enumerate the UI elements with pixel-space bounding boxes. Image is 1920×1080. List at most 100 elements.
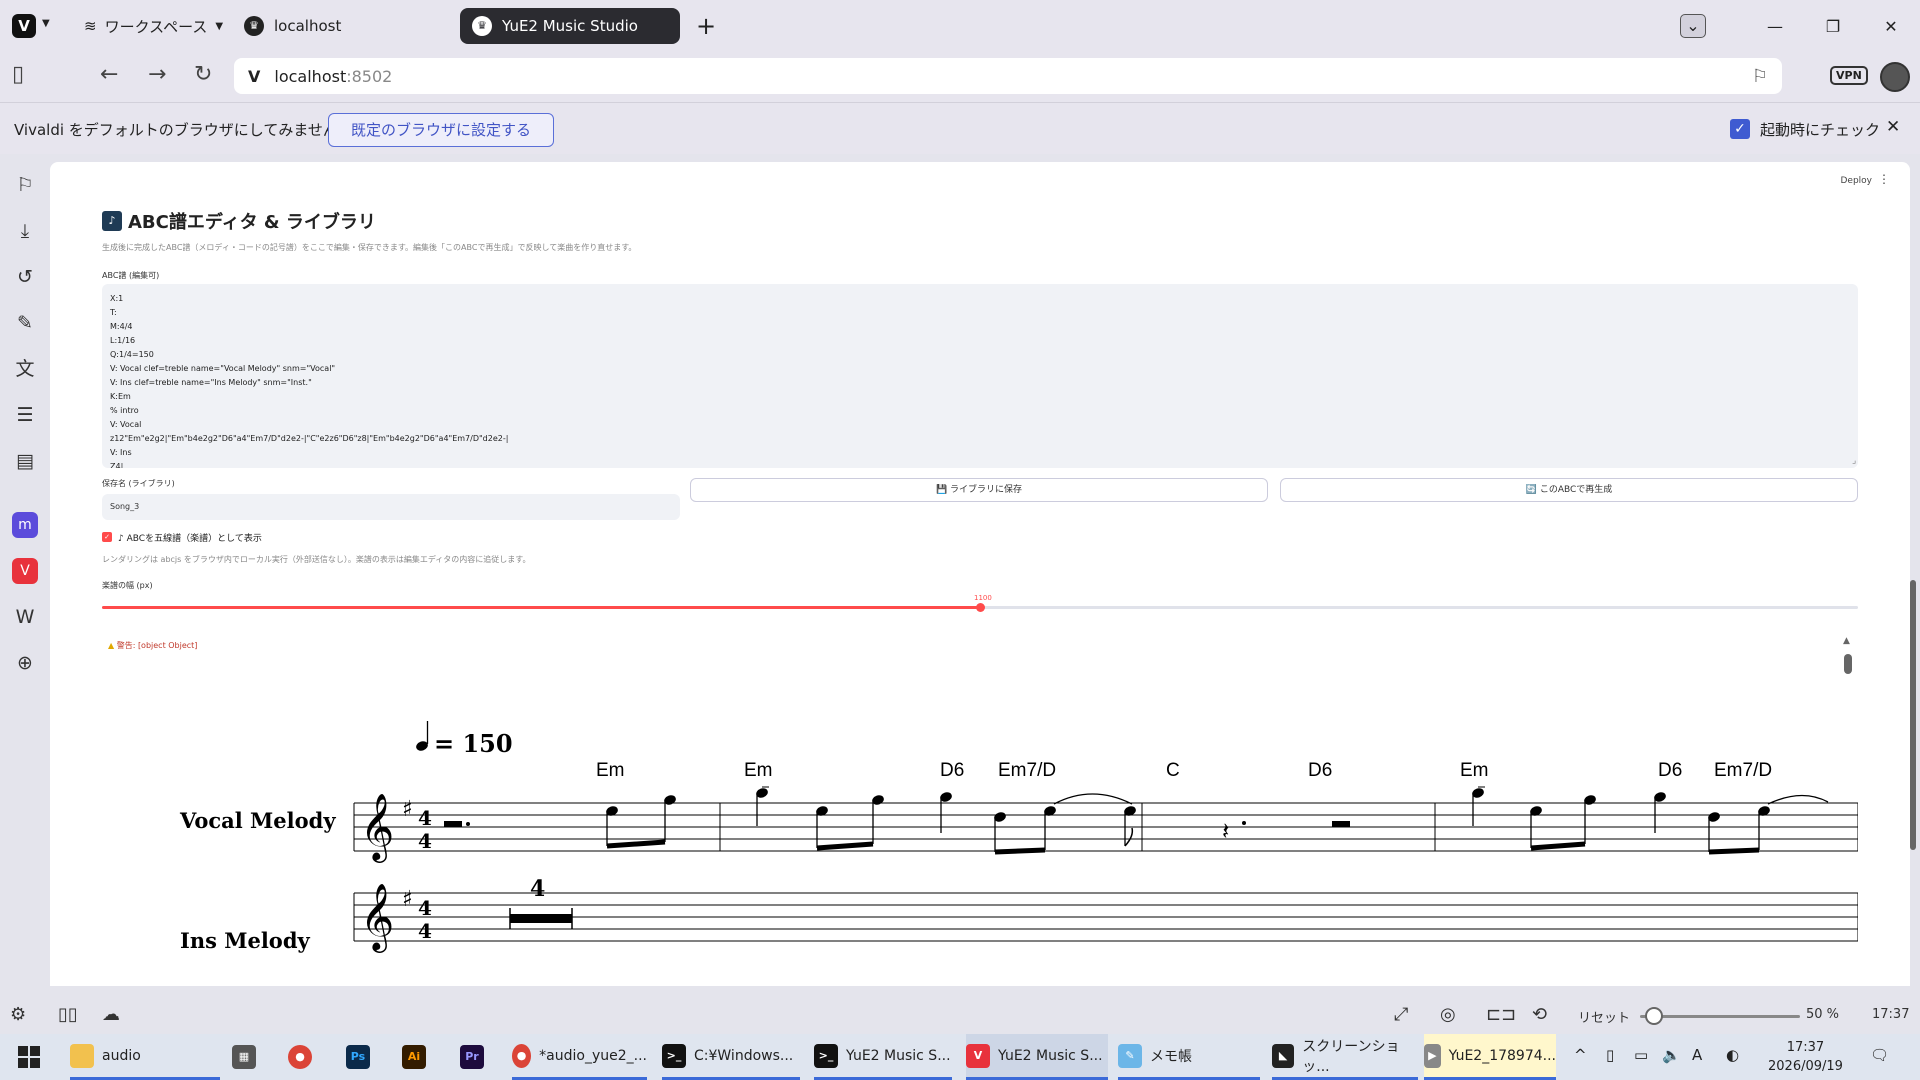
reload-button[interactable]: ↻ xyxy=(194,62,212,87)
slider-thumb[interactable] xyxy=(976,603,985,612)
zoom-slider-thumb[interactable] xyxy=(1645,1007,1663,1025)
reader-view-icon[interactable]: ⊏⊐ xyxy=(1486,1004,1516,1025)
abc-editor-textarea[interactable]: X:1 T: M:4/4 L:1/16 Q:1/4=150 V: Vocal c… xyxy=(102,284,1858,468)
window-panel-icon[interactable]: ☰ xyxy=(12,402,38,428)
taskbar-item-chrome-audio[interactable]: ● *audio_yue2_... xyxy=(512,1034,647,1080)
taskbar-item-audio[interactable]: audio xyxy=(70,1034,220,1080)
taskbar-item-cmd-yue2[interactable]: >_ YuE2 Music S... xyxy=(814,1034,952,1080)
bookmarks-panel-icon[interactable]: ⚐ xyxy=(12,172,38,198)
photoshop-icon: Ps xyxy=(346,1045,370,1069)
save-button-label: ライブラリに保存 xyxy=(950,485,1023,495)
zoom-slider[interactable] xyxy=(1640,1015,1800,1018)
slider-fill xyxy=(102,606,980,609)
show-staff-checkbox[interactable]: ✓ xyxy=(102,532,112,542)
chord-label: D6 xyxy=(940,760,964,781)
clock-time: 17:37 xyxy=(1786,1040,1825,1055)
page-title-text: ABC譜エディタ & ライブラリ xyxy=(128,212,376,233)
network-icon[interactable]: ▭ xyxy=(1634,1046,1648,1064)
capture-icon[interactable]: ◎ xyxy=(1440,1004,1456,1025)
chevron-down-icon[interactable]: ▼ xyxy=(42,18,50,29)
quarter-rest-icon: 𝄽 xyxy=(1222,817,1229,845)
taskbar-premiere[interactable]: Pr xyxy=(460,1034,484,1080)
tab-localhost[interactable]: ♛ localhost xyxy=(232,8,452,44)
floppy-icon: 💾 xyxy=(935,485,948,495)
half-rest-icon xyxy=(444,821,462,827)
warning-message: ▲ 警告: [object Object] xyxy=(108,641,198,650)
reading-list-icon[interactable]: ▤ xyxy=(12,448,38,474)
multi-measure-rest-icon xyxy=(510,914,572,923)
windows-taskbar: audio ▦ ● Ps Ai Pr ● *audio_yue2_... >_ … xyxy=(0,1034,1920,1080)
downloads-panel-icon[interactable]: ⤓ xyxy=(12,218,38,244)
main-menu-icon[interactable]: ⋮ xyxy=(1878,172,1890,186)
taskbar-item-screenshot[interactable]: ◣ スクリーンショッ... xyxy=(1272,1034,1418,1080)
regenerate-button-label: このABCで再生成 xyxy=(1539,485,1613,495)
zoom-reset-button[interactable]: リセット xyxy=(1578,1007,1630,1026)
night-mode-icon[interactable]: ◐ xyxy=(1726,1046,1739,1064)
minimize-button[interactable]: — xyxy=(1746,17,1804,36)
device-icon[interactable]: ▯ xyxy=(1606,1046,1614,1064)
taskbar-item-video[interactable]: ▶ YuE2_178974... xyxy=(1424,1034,1556,1080)
windows-start-icon[interactable] xyxy=(18,1046,40,1068)
regenerate-button[interactable]: 🔄 このABCで再生成 xyxy=(1280,478,1858,502)
url-field[interactable]: V localhost:8502 ⚐ xyxy=(234,58,1782,94)
back-button[interactable]: ← xyxy=(100,62,118,87)
tab-list-button[interactable]: ⌄ xyxy=(1680,14,1706,38)
tab-label: localhost xyxy=(274,17,342,35)
tab-yue2-music-studio[interactable]: ♛ YuE2 Music Studio xyxy=(460,8,680,44)
time-sig-top: 4 xyxy=(418,896,432,920)
translate-panel-icon[interactable]: 文 xyxy=(12,356,38,382)
cloud-sync-icon[interactable]: ☁ xyxy=(102,1004,120,1025)
mastodon-icon[interactable]: m xyxy=(12,512,38,538)
volume-icon[interactable]: 🔈 xyxy=(1662,1046,1681,1064)
notification-message: Vivaldi をデフォルトのブラウザにしてみませんか？ xyxy=(14,121,368,139)
notification-center-icon[interactable]: 🗨 xyxy=(1870,1046,1889,1064)
taskbar-item-cmd[interactable]: >_ C:¥Windows... xyxy=(662,1034,800,1080)
tempo-text: = 150 xyxy=(434,729,513,758)
chrome-icon: ● xyxy=(512,1043,532,1068)
set-default-button[interactable]: 既定のブラウザに設定する xyxy=(328,113,555,147)
save-to-library-button[interactable]: 💾 ライブラリに保存 xyxy=(690,478,1268,502)
vivaldi-menu-icon[interactable]: V xyxy=(12,14,36,38)
show-hidden-icons-icon[interactable]: ^ xyxy=(1574,1046,1587,1064)
vpn-button[interactable]: VPN xyxy=(1830,66,1868,85)
page-scrollbar[interactable] xyxy=(1910,580,1916,850)
chord-label: D6 xyxy=(1308,760,1332,781)
vivaldi-panel-icon[interactable]: V xyxy=(12,558,38,584)
forward-button[interactable]: → xyxy=(148,62,166,87)
maximize-button[interactable]: ❐ xyxy=(1804,17,1862,36)
ime-icon[interactable]: A xyxy=(1692,1046,1702,1064)
panel-toggle-icon[interactable]: ▯ xyxy=(12,62,24,87)
score-width-slider[interactable] xyxy=(102,603,1858,612)
taskbar-calculator[interactable]: ▦ xyxy=(232,1034,256,1080)
taskbar-item-vivaldi[interactable]: V YuE2 Music S... xyxy=(966,1034,1108,1080)
settings-gear-icon[interactable]: ⚙ xyxy=(10,1004,26,1025)
close-notification-icon[interactable]: ✕ xyxy=(1886,117,1900,137)
check-on-startup-checkbox[interactable]: ✓ xyxy=(1730,119,1750,139)
taskbar-chrome[interactable]: ● xyxy=(288,1034,312,1080)
save-name-input[interactable]: Song_3 xyxy=(102,494,680,520)
bookmark-icon[interactable]: ⚐ xyxy=(1752,66,1768,87)
taskbar-clock[interactable]: 17:37 2026/09/19 xyxy=(1768,1038,1843,1076)
taskbar-photoshop[interactable]: Ps xyxy=(346,1034,370,1080)
resize-handle-icon[interactable]: ⌟ xyxy=(1852,456,1856,466)
new-tab-button[interactable]: + xyxy=(696,12,716,40)
taskbar-illustrator[interactable]: Ai xyxy=(402,1034,426,1080)
score-width-value: 1100 xyxy=(974,594,992,602)
profile-avatar[interactable] xyxy=(1880,62,1910,92)
save-name-label: 保存名 (ライブラリ) xyxy=(102,479,175,488)
notes-panel-icon[interactable]: ✎ xyxy=(12,310,38,336)
history-panel-icon[interactable]: ↺ xyxy=(12,264,38,290)
close-window-button[interactable]: ✕ xyxy=(1862,17,1920,36)
page-actions-icon[interactable]: ⤢ xyxy=(1394,1004,1408,1025)
taskbar-item-notepad[interactable]: ✎ メモ帳 xyxy=(1118,1034,1260,1080)
voice-name-vocal: Vocal Melody xyxy=(179,808,336,833)
add-panel-icon[interactable]: ⊕ xyxy=(12,650,38,676)
image-toggle-icon[interactable]: ⟲ xyxy=(1532,1004,1547,1025)
deploy-button[interactable]: Deploy xyxy=(1840,176,1872,186)
tile-tabs-icon[interactable]: ▯▯ xyxy=(58,1004,78,1025)
wikipedia-icon[interactable]: W xyxy=(12,604,38,630)
workspace-button[interactable]: ≋ ワークスペース ▼ xyxy=(84,14,223,38)
vivaldi-site-icon: V xyxy=(248,66,261,86)
clock-date: 2026/09/19 xyxy=(1768,1059,1843,1074)
scroll-up-icon[interactable]: ▲ xyxy=(1843,636,1850,646)
